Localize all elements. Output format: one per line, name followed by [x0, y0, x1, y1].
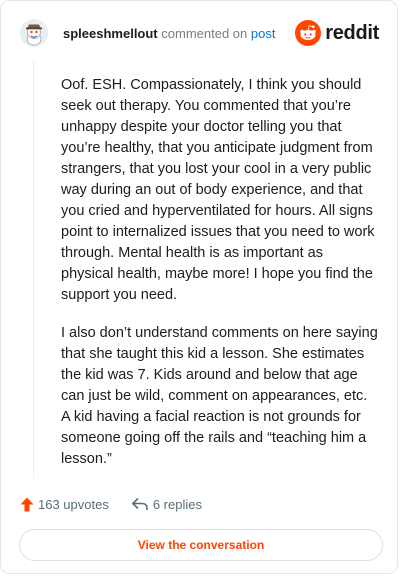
comment-card: spleeshmellout commented on post reddit … — [0, 0, 398, 574]
upvote-count: 163 upvotes — [38, 496, 109, 512]
reddit-brand[interactable]: reddit — [295, 19, 379, 47]
user-avatar[interactable] — [20, 19, 48, 47]
post-link[interactable]: post — [251, 26, 276, 41]
comment-header: spleeshmellout commented on post reddit — [20, 19, 379, 49]
reddit-logo-icon — [295, 20, 322, 46]
comment-actions: 163 upvotes 6 replies — [20, 493, 224, 515]
upvote-arrow-icon — [20, 497, 34, 511]
username-link[interactable]: spleeshmellout — [63, 26, 158, 41]
action-text: commented on — [161, 26, 248, 41]
comment-meta: spleeshmellout commented on post — [63, 26, 275, 41]
reddit-wordmark: reddit — [325, 21, 379, 44]
comment-body: Oof. ESH. Compassionately, I think you s… — [61, 75, 379, 487]
replies-count: 6 replies — [152, 496, 202, 512]
comment-paragraph: Oof. ESH. Compassionately, I think you s… — [61, 77, 375, 303]
thread-line — [33, 61, 34, 479]
comment-paragraph: I also don’t understand comments on here… — [61, 325, 378, 467]
snoo-avatar-icon — [20, 19, 48, 47]
view-conversation-button[interactable]: View the conversation — [19, 529, 383, 561]
replies-button[interactable]: 6 replies — [131, 497, 202, 512]
reply-arrow-icon — [131, 497, 148, 510]
upvote-button[interactable]: 163 upvotes — [20, 497, 109, 512]
